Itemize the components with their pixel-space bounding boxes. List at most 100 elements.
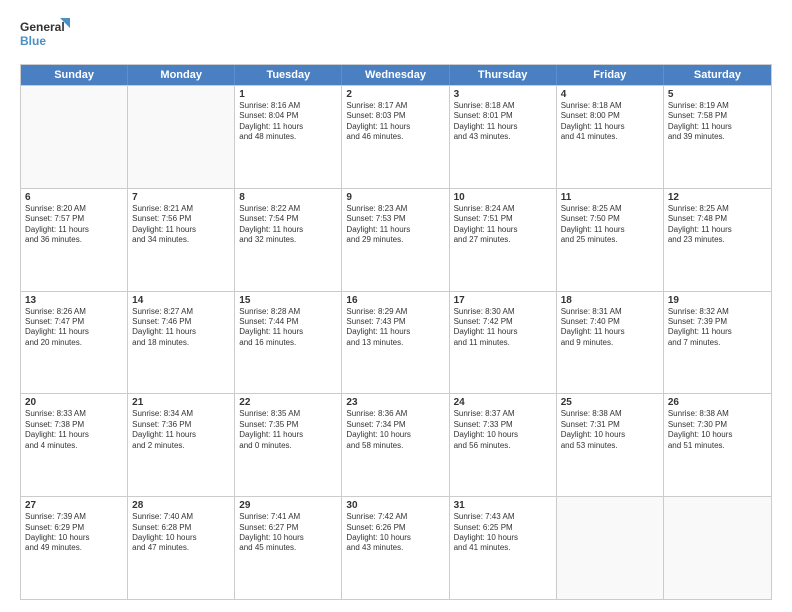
cell-line: Sunset: 7:46 PM	[132, 317, 230, 327]
calendar-cell-14: 14Sunrise: 8:27 AMSunset: 7:46 PMDayligh…	[128, 292, 235, 394]
cell-line: Sunset: 6:26 PM	[346, 523, 444, 533]
cell-line: Sunset: 7:51 PM	[454, 214, 552, 224]
cell-line: Sunset: 7:43 PM	[346, 317, 444, 327]
cell-line: Sunset: 7:40 PM	[561, 317, 659, 327]
day-number: 27	[25, 500, 123, 511]
cell-line: and 25 minutes.	[561, 235, 659, 245]
cell-line: Sunset: 8:04 PM	[239, 111, 337, 121]
calendar-cell-3: 3Sunrise: 8:18 AMSunset: 8:01 PMDaylight…	[450, 86, 557, 188]
logo: General Blue	[20, 16, 70, 56]
logo-svg: General Blue	[20, 16, 70, 56]
cell-line: and 41 minutes.	[561, 132, 659, 142]
cell-line: Sunrise: 8:34 AM	[132, 409, 230, 419]
day-number: 6	[25, 192, 123, 203]
cell-line: and 2 minutes.	[132, 441, 230, 451]
day-number: 12	[668, 192, 767, 203]
cell-line: Sunset: 7:35 PM	[239, 420, 337, 430]
cell-line: Daylight: 11 hours	[25, 225, 123, 235]
cell-line: Daylight: 10 hours	[132, 533, 230, 543]
cell-line: and 41 minutes.	[454, 543, 552, 553]
calendar-cell-18: 18Sunrise: 8:31 AMSunset: 7:40 PMDayligh…	[557, 292, 664, 394]
cell-line: Sunrise: 8:33 AM	[25, 409, 123, 419]
cell-line: Sunrise: 8:23 AM	[346, 204, 444, 214]
cell-line: and 0 minutes.	[239, 441, 337, 451]
cell-line: and 47 minutes.	[132, 543, 230, 553]
cell-line: and 13 minutes.	[346, 338, 444, 348]
cell-line: Daylight: 11 hours	[668, 225, 767, 235]
calendar-cell-21: 21Sunrise: 8:34 AMSunset: 7:36 PMDayligh…	[128, 394, 235, 496]
cell-line: Daylight: 11 hours	[25, 430, 123, 440]
cell-line: and 18 minutes.	[132, 338, 230, 348]
calendar-cell-6: 6Sunrise: 8:20 AMSunset: 7:57 PMDaylight…	[21, 189, 128, 291]
day-number: 13	[25, 295, 123, 306]
cell-line: Sunset: 7:47 PM	[25, 317, 123, 327]
header-day-friday: Friday	[557, 65, 664, 85]
cell-line: Sunset: 7:57 PM	[25, 214, 123, 224]
cell-line: Daylight: 11 hours	[346, 225, 444, 235]
header-day-sunday: Sunday	[21, 65, 128, 85]
cell-line: Sunrise: 7:41 AM	[239, 512, 337, 522]
header-day-tuesday: Tuesday	[235, 65, 342, 85]
day-number: 21	[132, 397, 230, 408]
cell-line: Sunset: 7:36 PM	[132, 420, 230, 430]
cell-line: and 7 minutes.	[668, 338, 767, 348]
day-number: 29	[239, 500, 337, 511]
cell-line: Daylight: 11 hours	[668, 327, 767, 337]
calendar-cell-20: 20Sunrise: 8:33 AMSunset: 7:38 PMDayligh…	[21, 394, 128, 496]
cell-line: and 27 minutes.	[454, 235, 552, 245]
day-number: 15	[239, 295, 337, 306]
cell-line: and 43 minutes.	[346, 543, 444, 553]
cell-line: Sunset: 7:56 PM	[132, 214, 230, 224]
day-number: 1	[239, 89, 337, 100]
header-day-thursday: Thursday	[450, 65, 557, 85]
calendar-cell-11: 11Sunrise: 8:25 AMSunset: 7:50 PMDayligh…	[557, 189, 664, 291]
cell-line: and 56 minutes.	[454, 441, 552, 451]
calendar-cell-12: 12Sunrise: 8:25 AMSunset: 7:48 PMDayligh…	[664, 189, 771, 291]
cell-line: Sunrise: 8:16 AM	[239, 101, 337, 111]
cell-line: and 46 minutes.	[346, 132, 444, 142]
cell-line: Sunrise: 8:24 AM	[454, 204, 552, 214]
cell-line: Sunset: 7:54 PM	[239, 214, 337, 224]
cell-line: Sunset: 7:34 PM	[346, 420, 444, 430]
cell-line: Daylight: 10 hours	[561, 430, 659, 440]
cell-line: Sunset: 7:48 PM	[668, 214, 767, 224]
day-number: 22	[239, 397, 337, 408]
calendar-cell-4: 4Sunrise: 8:18 AMSunset: 8:00 PMDaylight…	[557, 86, 664, 188]
cell-line: Sunset: 6:28 PM	[132, 523, 230, 533]
calendar-cell-19: 19Sunrise: 8:32 AMSunset: 7:39 PMDayligh…	[664, 292, 771, 394]
cell-line: Sunrise: 8:38 AM	[668, 409, 767, 419]
cell-line: Daylight: 11 hours	[239, 122, 337, 132]
day-number: 8	[239, 192, 337, 203]
cell-line: Daylight: 10 hours	[454, 430, 552, 440]
cell-line: and 53 minutes.	[561, 441, 659, 451]
day-number: 30	[346, 500, 444, 511]
cell-line: Daylight: 10 hours	[346, 430, 444, 440]
calendar-cell-8: 8Sunrise: 8:22 AMSunset: 7:54 PMDaylight…	[235, 189, 342, 291]
calendar-cell-empty	[128, 86, 235, 188]
cell-line: Daylight: 11 hours	[239, 327, 337, 337]
cell-line: Daylight: 11 hours	[132, 430, 230, 440]
cell-line: Daylight: 11 hours	[132, 327, 230, 337]
cell-line: Daylight: 11 hours	[239, 225, 337, 235]
day-number: 24	[454, 397, 552, 408]
calendar-row-4: 20Sunrise: 8:33 AMSunset: 7:38 PMDayligh…	[21, 393, 771, 496]
cell-line: and 4 minutes.	[25, 441, 123, 451]
calendar-cell-empty	[664, 497, 771, 599]
header-day-wednesday: Wednesday	[342, 65, 449, 85]
cell-line: Daylight: 11 hours	[239, 430, 337, 440]
calendar-row-1: 1Sunrise: 8:16 AMSunset: 8:04 PMDaylight…	[21, 85, 771, 188]
cell-line: Daylight: 11 hours	[668, 122, 767, 132]
cell-line: Sunrise: 8:28 AM	[239, 307, 337, 317]
cell-line: Daylight: 10 hours	[239, 533, 337, 543]
calendar-cell-2: 2Sunrise: 8:17 AMSunset: 8:03 PMDaylight…	[342, 86, 449, 188]
day-number: 16	[346, 295, 444, 306]
calendar-cell-24: 24Sunrise: 8:37 AMSunset: 7:33 PMDayligh…	[450, 394, 557, 496]
cell-line: Sunrise: 8:29 AM	[346, 307, 444, 317]
cell-line: and 43 minutes.	[454, 132, 552, 142]
cell-line: Daylight: 10 hours	[454, 533, 552, 543]
cell-line: and 58 minutes.	[346, 441, 444, 451]
svg-text:Blue: Blue	[20, 34, 46, 48]
cell-line: Sunrise: 7:42 AM	[346, 512, 444, 522]
cell-line: and 29 minutes.	[346, 235, 444, 245]
cell-line: Sunrise: 7:39 AM	[25, 512, 123, 522]
